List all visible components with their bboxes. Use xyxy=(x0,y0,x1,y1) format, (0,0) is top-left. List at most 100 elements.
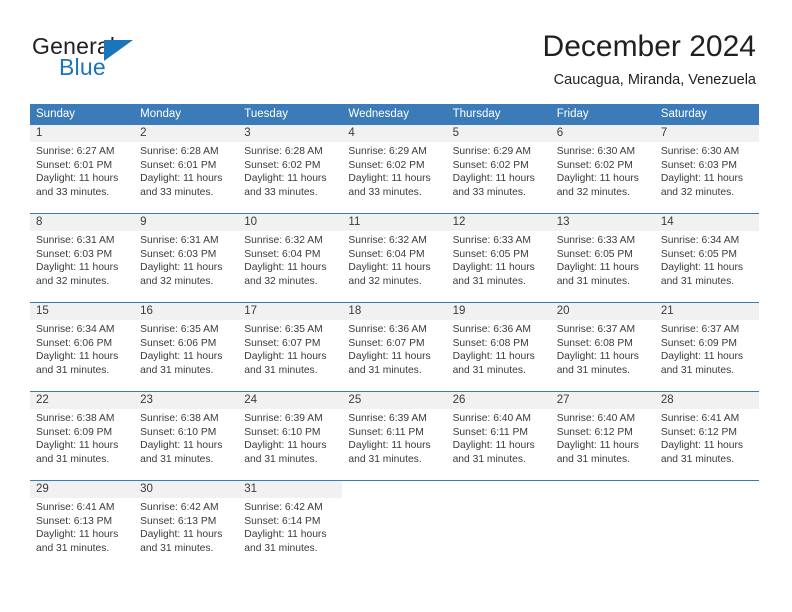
day-number: 17 xyxy=(244,305,258,317)
calendar-day-cell[interactable]: 25 Sunrise: 6:39 AM Sunset: 6:11 PM Dayligh… xyxy=(342,392,447,480)
calendar-day-cell[interactable]: 18 Sunrise: 6:36 AM Sunset: 6:07 PM Dayligh… xyxy=(342,303,447,391)
day-daylight-text: Daylight: 11 hours xyxy=(36,351,119,363)
calendar-day-cell[interactable]: 22 Sunrise: 6:38 AM Sunset: 6:09 PM Dayligh… xyxy=(30,392,135,480)
calendar-day-cell[interactable]: 26 Sunrise: 6:40 AM Sunset: 6:11 PM Dayligh… xyxy=(446,392,551,480)
calendar-day-cell[interactable]: 30 Sunrise: 6:42 AM Sunset: 6:13 PM Dayligh… xyxy=(134,481,239,569)
day-sunset-text: Sunset: 6:02 PM xyxy=(348,159,425,171)
day-number: 13 xyxy=(556,216,570,228)
calendar-day-cell[interactable]: 20 Sunrise: 6:37 AM Sunset: 6:08 PM Dayligh… xyxy=(550,303,655,391)
day-sunrise-text: Sunrise: 6:33 AM xyxy=(556,235,636,246)
day-sunrise-text: Sunrise: 6:30 AM xyxy=(660,146,740,157)
day-daylight-text: and 31 minutes. xyxy=(36,364,110,376)
day-daylight-text: Daylight: 11 hours xyxy=(660,351,744,363)
day-details: Sunrise: 6:30 AM Sunset: 6:02 PM Daylight:… xyxy=(551,142,655,199)
day-daylight-text: Daylight: 11 hours xyxy=(660,173,744,185)
calendar-week-row: 1 Sunrise: 6:27 AM Sunset: 6:01 PM Daylight… xyxy=(30,125,759,213)
calendar-day-cell[interactable]: 11 Sunrise: 6:32 AM Sunset: 6:04 PM Dayligh… xyxy=(342,214,447,302)
day-details: Sunrise: 6:37 AM Sunset: 6:08 PM Daylight:… xyxy=(551,320,655,377)
calendar-day-cell[interactable]: 15 Sunrise: 6:34 AM Sunset: 6:06 PM Dayligh… xyxy=(30,303,135,391)
day-daylight-text: and 31 minutes. xyxy=(244,542,318,554)
day-sunset-text: Sunset: 6:03 PM xyxy=(660,159,737,171)
day-daylight-text: Daylight: 11 hours xyxy=(140,440,223,452)
day-details: Sunrise: 6:28 AM Sunset: 6:01 PM Daylight:… xyxy=(134,142,238,199)
day-details: Sunrise: 6:31 AM Sunset: 6:03 PM Daylight:… xyxy=(30,231,134,288)
calendar-day-cell[interactable]: 21 Sunrise: 6:37 AM Sunset: 6:09 PM Dayligh… xyxy=(654,303,759,391)
calendar-day-cell[interactable]: 12 Sunrise: 6:33 AM Sunset: 6:05 PM Dayligh… xyxy=(446,214,551,302)
day-number: 25 xyxy=(348,394,362,406)
day-details: Sunrise: 6:34 AM Sunset: 6:06 PM Daylight:… xyxy=(30,320,134,377)
day-sunset-text: Sunset: 6:08 PM xyxy=(556,337,633,349)
calendar-day-cell[interactable]: 28 Sunrise: 6:41 AM Sunset: 6:12 PM Dayligh… xyxy=(654,392,759,480)
calendar-empty-cell xyxy=(342,481,447,569)
day-number-band xyxy=(30,214,135,231)
day-daylight-text: Daylight: 11 hours xyxy=(452,173,535,185)
day-sunrise-text: Sunrise: 6:40 AM xyxy=(556,413,636,424)
calendar-day-cell[interactable]: 17 Sunrise: 6:35 AM Sunset: 6:07 PM Dayligh… xyxy=(238,303,343,391)
day-daylight-text: and 32 minutes. xyxy=(660,186,735,198)
day-daylight-text: and 31 minutes. xyxy=(452,364,526,376)
day-details: Sunrise: 6:40 AM Sunset: 6:12 PM Daylight:… xyxy=(551,409,655,466)
calendar-day-cell[interactable]: 29 Sunrise: 6:41 AM Sunset: 6:13 PM Dayligh… xyxy=(30,481,135,569)
day-details: Sunrise: 6:36 AM Sunset: 6:08 PM Daylight:… xyxy=(447,320,551,377)
day-sunset-text: Sunset: 6:12 PM xyxy=(660,426,737,438)
calendar-day-cell[interactable]: 27 Sunrise: 6:40 AM Sunset: 6:12 PM Dayligh… xyxy=(550,392,655,480)
day-details: Sunrise: 6:38 AM Sunset: 6:09 PM Daylight:… xyxy=(30,409,134,466)
day-number: 6 xyxy=(556,127,564,139)
triangle-logo-icon xyxy=(104,40,133,61)
calendar-day-cell[interactable]: 16 Sunrise: 6:35 AM Sunset: 6:06 PM Dayligh… xyxy=(134,303,239,391)
day-number-band xyxy=(238,125,343,142)
day-daylight-text: Daylight: 11 hours xyxy=(244,262,327,274)
calendar-day-cell[interactable]: 5 Sunrise: 6:29 AM Sunset: 6:02 PM Daylight… xyxy=(446,125,551,213)
calendar-day-cell[interactable]: 13 Sunrise: 6:33 AM Sunset: 6:05 PM Dayligh… xyxy=(550,214,655,302)
day-sunrise-text: Sunrise: 6:34 AM xyxy=(36,324,115,335)
day-sunrise-text: Sunrise: 6:32 AM xyxy=(244,235,323,246)
day-daylight-text: and 31 minutes. xyxy=(244,364,318,376)
day-daylight-text: and 32 minutes. xyxy=(556,186,630,198)
weekday-header-sunday: Sunday xyxy=(36,108,76,120)
day-number: 15 xyxy=(36,305,49,317)
calendar-day-cell[interactable]: 3 Sunrise: 6:28 AM Sunset: 6:02 PM Daylight… xyxy=(238,125,343,213)
day-details: Sunrise: 6:28 AM Sunset: 6:02 PM Daylight:… xyxy=(238,142,342,199)
day-sunset-text: Sunset: 6:10 PM xyxy=(140,426,217,438)
day-sunset-text: Sunset: 6:09 PM xyxy=(660,337,737,349)
calendar-day-cell[interactable]: 19 Sunrise: 6:36 AM Sunset: 6:08 PM Dayligh… xyxy=(446,303,551,391)
day-number-band xyxy=(134,125,239,142)
weekday-header-thursday: Thursday xyxy=(452,108,501,120)
calendar-week-row: 8 Sunrise: 6:31 AM Sunset: 6:03 PM Daylight… xyxy=(30,213,759,302)
day-sunset-text: Sunset: 6:01 PM xyxy=(36,159,113,171)
day-sunset-text: Sunset: 6:13 PM xyxy=(140,515,217,527)
day-daylight-text: Daylight: 11 hours xyxy=(140,529,223,541)
calendar-empty-cell xyxy=(550,481,655,569)
day-number: 29 xyxy=(36,483,49,495)
day-details: Sunrise: 6:39 AM Sunset: 6:11 PM Daylight:… xyxy=(342,409,446,466)
day-details: Sunrise: 6:32 AM Sunset: 6:04 PM Daylight:… xyxy=(342,231,446,288)
calendar-day-cell[interactable]: 7 Sunrise: 6:30 AM Sunset: 6:03 PM Daylight… xyxy=(654,125,759,213)
calendar-day-cell[interactable]: 23 Sunrise: 6:38 AM Sunset: 6:10 PM Dayligh… xyxy=(134,392,239,480)
calendar-day-cell[interactable]: 6 Sunrise: 6:30 AM Sunset: 6:02 PM Daylight… xyxy=(550,125,655,213)
general-blue-logo[interactable]: General Blue xyxy=(32,33,252,89)
weekday-header-monday: Monday xyxy=(140,108,182,120)
day-sunset-text: Sunset: 6:05 PM xyxy=(556,248,633,260)
calendar-day-cell[interactable]: 4 Sunrise: 6:29 AM Sunset: 6:02 PM Daylight… xyxy=(342,125,447,213)
day-sunset-text: Sunset: 6:06 PM xyxy=(36,337,113,349)
day-number: 9 xyxy=(140,216,147,228)
calendar-day-cell[interactable]: 24 Sunrise: 6:39 AM Sunset: 6:10 PM Dayligh… xyxy=(238,392,343,480)
day-sunset-text: Sunset: 6:01 PM xyxy=(140,159,217,171)
day-sunrise-text: Sunrise: 6:35 AM xyxy=(140,324,219,335)
day-sunset-text: Sunset: 6:13 PM xyxy=(36,515,113,527)
calendar-day-cell[interactable]: 8 Sunrise: 6:31 AM Sunset: 6:03 PM Daylight… xyxy=(30,214,135,302)
calendar-day-cell[interactable]: 2 Sunrise: 6:28 AM Sunset: 6:01 PM Daylight… xyxy=(134,125,239,213)
calendar-day-cell[interactable]: 14 Sunrise: 6:34 AM Sunset: 6:05 PM Dayligh… xyxy=(654,214,759,302)
day-sunset-text: Sunset: 6:09 PM xyxy=(36,426,113,438)
calendar-day-cell[interactable]: 9 Sunrise: 6:31 AM Sunset: 6:03 PM Daylight… xyxy=(134,214,239,302)
calendar-day-cell[interactable]: 10 Sunrise: 6:32 AM Sunset: 6:04 PM Dayligh… xyxy=(238,214,343,302)
weekday-header-row: Sunday Monday Tuesday Wednesday Thursday Frid… xyxy=(30,104,759,125)
day-details: Sunrise: 6:38 AM Sunset: 6:10 PM Daylight:… xyxy=(134,409,238,466)
day-sunset-text: Sunset: 6:02 PM xyxy=(452,159,529,171)
calendar-day-cell[interactable]: 1 Sunrise: 6:27 AM Sunset: 6:01 PM Daylight… xyxy=(30,125,135,213)
day-daylight-text: and 31 minutes. xyxy=(556,275,630,287)
day-sunrise-text: Sunrise: 6:29 AM xyxy=(452,146,531,157)
weekday-header-friday: Friday xyxy=(556,108,589,120)
day-details: Sunrise: 6:36 AM Sunset: 6:07 PM Daylight:… xyxy=(342,320,446,377)
calendar-day-cell[interactable]: 31 Sunrise: 6:42 AM Sunset: 6:14 PM Dayligh… xyxy=(238,481,343,569)
